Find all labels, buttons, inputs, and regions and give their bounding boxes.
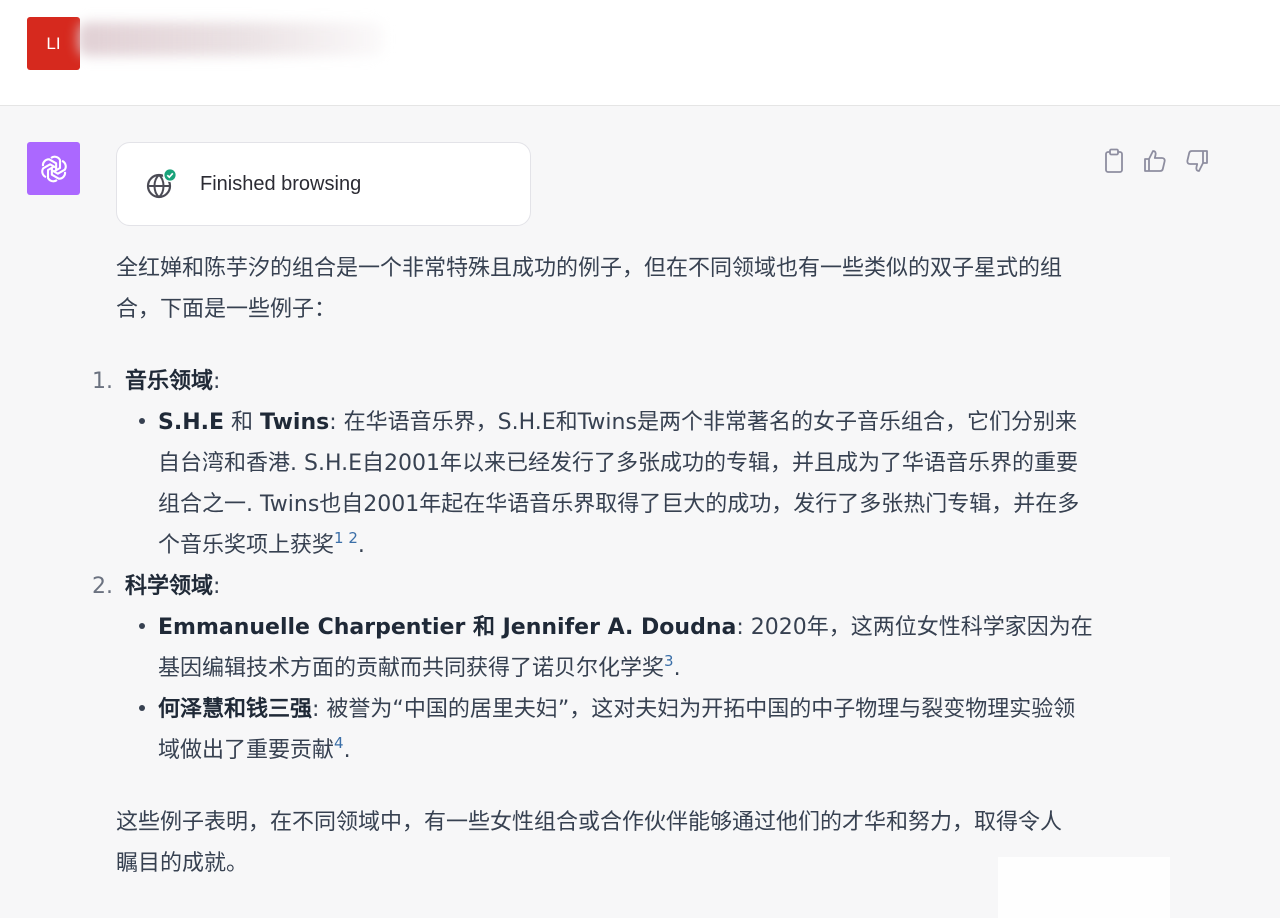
list-number: 1. xyxy=(92,369,113,394)
section-title: 科学领域 xyxy=(125,574,214,599)
citation-link[interactable]: 3 xyxy=(664,652,674,670)
assistant-message-row: Finished browsing 全红婵和陈芋汐的组合是一个非常特殊且成功的例… xyxy=(0,106,1280,918)
item-end: . xyxy=(673,656,681,681)
clipboard-icon xyxy=(1105,148,1123,173)
bullet xyxy=(139,418,145,424)
item-bold-name-2: Twins xyxy=(260,410,330,435)
list-section-music: 1. 音乐领域: S.H.E 和 Twins: 在华语音乐界，S.H.E和Twi… xyxy=(92,361,1096,566)
redacted-user-message xyxy=(78,22,384,56)
openai-logo-icon xyxy=(40,155,67,182)
list-item: 何泽慧和钱三强: 被誉为“中国的居里夫妇”，这对夫妇为开拓中国的中子物理与裂变物… xyxy=(139,689,1093,771)
item-end: . xyxy=(343,738,351,763)
list-number: 2. xyxy=(92,574,113,599)
browsing-status-label: Finished browsing xyxy=(200,173,362,195)
list-item: Emmanuelle Charpentier 和 Jennifer A. Dou… xyxy=(139,607,1093,689)
globe-check-icon xyxy=(145,167,179,201)
citation-link[interactable]: 1 2 xyxy=(334,529,358,547)
outro-paragraph: 这些例子表明，在不同领域中，有一些女性组合或合作伙伴能够通过他们的才华和努力，取… xyxy=(116,810,1063,876)
citation-link[interactable]: 4 xyxy=(334,734,344,752)
list-section-science: 2. 科学领域: Emmanuelle Charpentier 和 Jennif… xyxy=(92,566,1096,771)
thumbs-down-icon xyxy=(1186,150,1208,172)
thumbs-up-button[interactable] xyxy=(1141,146,1169,176)
bullet xyxy=(139,623,145,629)
intro-paragraph: 全红婵和陈芋汐的组合是一个非常特殊且成功的例子，但在不同领域也有一些类似的双子星… xyxy=(116,256,1063,322)
item-bold-name: S.H.E xyxy=(158,410,224,435)
item-end: . xyxy=(357,533,365,558)
thumbs-up-icon xyxy=(1144,150,1166,172)
bullet xyxy=(139,705,145,711)
copy-button[interactable] xyxy=(1100,146,1128,176)
message-actions xyxy=(1100,146,1216,178)
assistant-avatar xyxy=(27,142,80,195)
user-message-row: LI xyxy=(0,0,1280,106)
list-item: S.H.E 和 Twins: 在华语音乐界，S.H.E和Twins是两个非常著名… xyxy=(139,402,1093,566)
redacted-corner xyxy=(998,857,1170,918)
assistant-message-content: 全红婵和陈芋汐的组合是一个非常特殊且成功的例子，但在不同领域也有一些类似的双子星… xyxy=(92,248,1096,884)
section-title: 音乐领域 xyxy=(125,369,214,394)
browsing-status-card[interactable]: Finished browsing xyxy=(116,142,531,226)
item-connector: 和 xyxy=(224,410,260,435)
user-avatar: LI xyxy=(27,17,80,70)
item-bold-name: 何泽慧和钱三强 xyxy=(158,697,313,722)
item-bold-name: Emmanuelle Charpentier 和 Jennifer A. Dou… xyxy=(158,615,737,640)
thumbs-down-button[interactable] xyxy=(1183,146,1211,176)
